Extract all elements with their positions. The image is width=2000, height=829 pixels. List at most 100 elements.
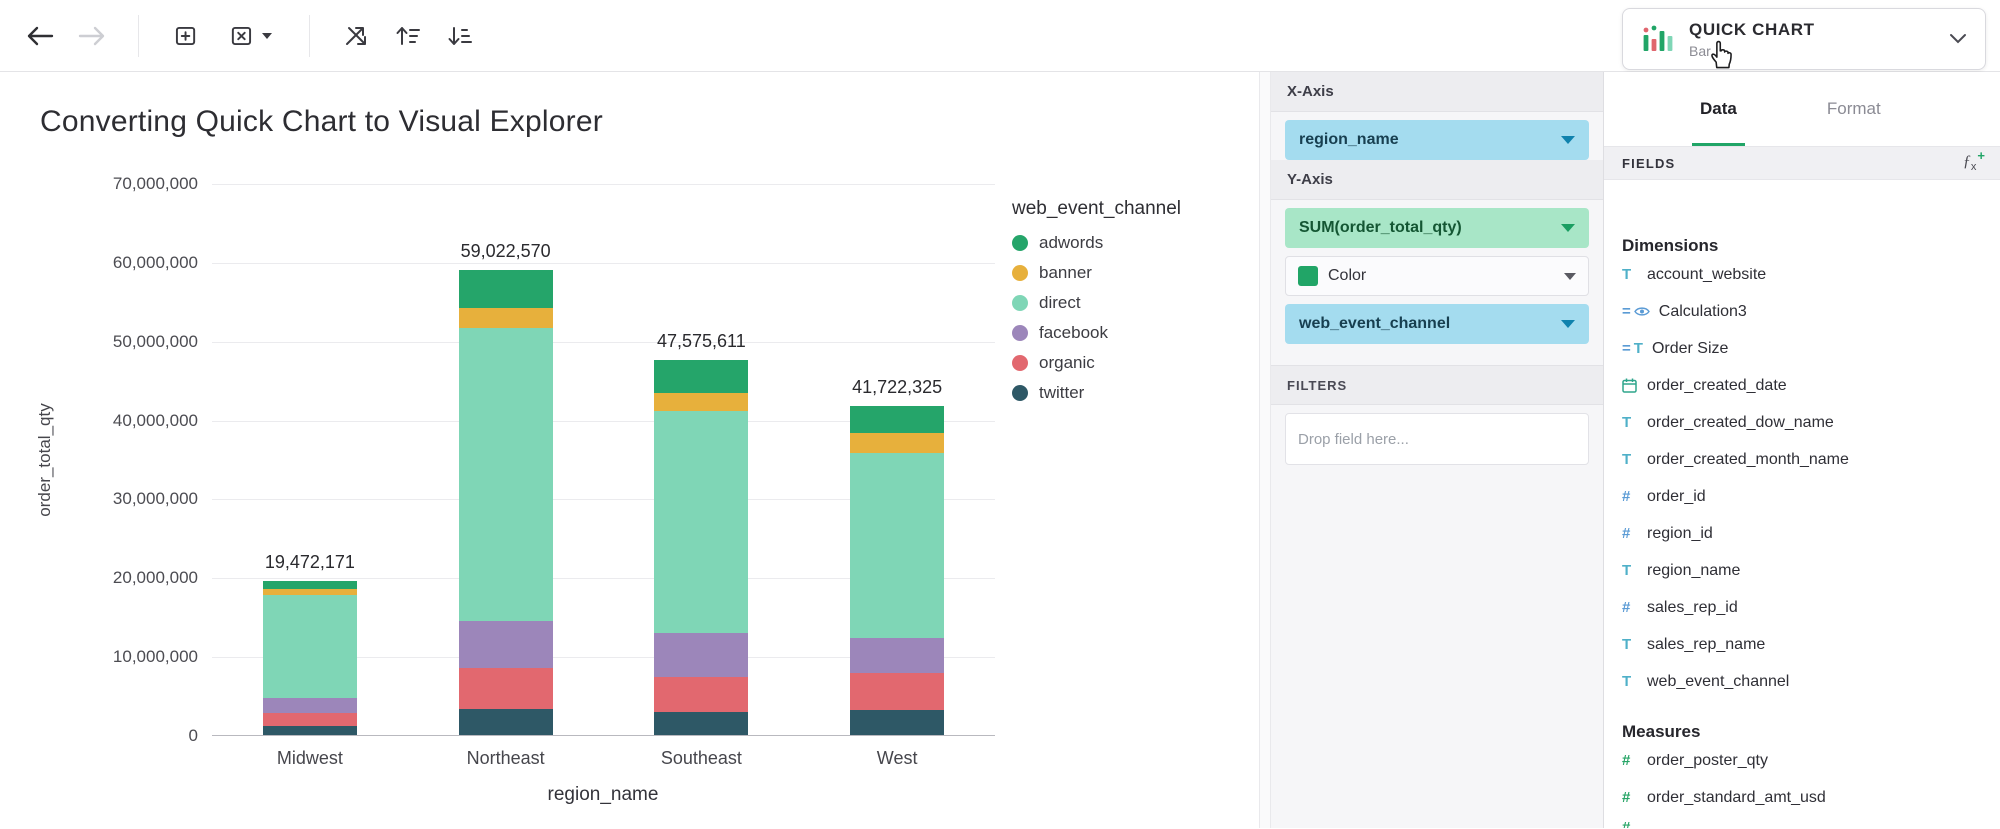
back-button[interactable] (14, 10, 66, 62)
vertical-scrollbar[interactable] (1259, 72, 1271, 828)
field-item-order_created_month_name[interactable]: Torder_created_month_name (1622, 441, 2000, 478)
bar-segment-facebook-west[interactable] (850, 638, 944, 673)
legend-label: organic (1039, 353, 1095, 373)
dropdown-caret-icon[interactable] (1561, 224, 1575, 232)
text-field-icon: T (1622, 266, 1638, 283)
bar-segment-twitter-midwest[interactable] (263, 726, 357, 735)
bar-segment-facebook-northeast[interactable] (459, 621, 553, 668)
filters-section-header: FILTERS (1271, 365, 1603, 405)
color-encoding-row[interactable]: Color (1285, 256, 1589, 296)
y-axis-field-pill[interactable]: SUM(order_total_qty) (1285, 208, 1589, 248)
bar-segment-organic-midwest[interactable] (263, 713, 357, 726)
back-arrow-icon (25, 24, 55, 48)
field-item-region_id[interactable]: #region_id (1622, 515, 2000, 552)
y-axis-tick-label: 20,000,000 (113, 568, 198, 588)
chart-canvas: Converting Quick Chart to Visual Explore… (0, 72, 1259, 828)
legend-label: twitter (1039, 383, 1084, 403)
bar-segment-banner-midwest[interactable] (263, 589, 357, 595)
x-axis-field-pill[interactable]: region_name (1285, 120, 1589, 160)
toolbar-divider (309, 15, 310, 57)
measure-field-icon: # (1622, 752, 1638, 769)
bar-segment-adwords-northeast[interactable] (459, 270, 553, 309)
drop-zone-placeholder: Drop field here... (1298, 431, 1409, 448)
field-label: order_created_date (1647, 377, 1787, 395)
field-item-Calculation3[interactable]: =Calculation3 (1622, 293, 2000, 330)
legend-label: direct (1039, 293, 1081, 313)
filter-drop-zone[interactable]: Drop field here... (1285, 413, 1589, 465)
bar-segment-banner-southeast[interactable] (654, 393, 748, 411)
bar-segment-facebook-midwest[interactable] (263, 698, 357, 713)
bar-segment-direct-west[interactable] (850, 453, 944, 638)
legend-item-twitter[interactable]: twitter (1012, 378, 1181, 408)
legend-dot (1012, 325, 1028, 341)
add-calculation-icon[interactable]: ƒx+ (1963, 153, 1984, 173)
toolbar-divider (138, 15, 139, 57)
field-item-order_id[interactable]: #order_id (1622, 478, 2000, 515)
bar-total-label: 19,472,171 (265, 552, 355, 573)
bar-segment-banner-west[interactable] (850, 433, 944, 453)
field-label: order_poster_qty (1647, 752, 1768, 770)
field-label: region_name (1647, 562, 1740, 580)
x-axis-title: region_name (548, 784, 659, 806)
field-item[interactable]: # (1622, 809, 2000, 828)
legend-dot (1012, 295, 1028, 311)
add-chart-button[interactable] (159, 10, 211, 62)
legend-item-organic[interactable]: organic (1012, 348, 1181, 378)
color-field-label: web_event_channel (1299, 315, 1450, 333)
bar-segment-direct-northeast[interactable] (459, 328, 553, 621)
number-field-icon: # (1622, 599, 1638, 616)
y-axis-tick-label: 30,000,000 (113, 489, 198, 509)
swap-axes-button[interactable] (330, 10, 382, 62)
legend-item-facebook[interactable]: facebook (1012, 318, 1181, 348)
y-axis-tick-label: 0 (189, 726, 198, 746)
chart-type-selector[interactable]: QUICK CHART Bar (1622, 8, 1986, 70)
field-item-order_created_dow_name[interactable]: Torder_created_dow_name (1622, 404, 2000, 441)
legend-item-adwords[interactable]: adwords (1012, 228, 1181, 258)
bar-segment-twitter-west[interactable] (850, 710, 944, 735)
x-axis-tick-label: Midwest (277, 748, 343, 769)
bar-segment-twitter-northeast[interactable] (459, 709, 553, 735)
legend-dot (1012, 235, 1028, 251)
text-field-icon: T (1622, 414, 1638, 431)
color-field-pill[interactable]: web_event_channel (1285, 304, 1589, 344)
bar-segment-twitter-southeast[interactable] (654, 712, 748, 735)
sort-descending-button[interactable] (434, 10, 486, 62)
field-item-order_created_date[interactable]: order_created_date (1622, 367, 2000, 404)
field-item-sales_rep_name[interactable]: Tsales_rep_name (1622, 626, 2000, 663)
field-item-sales_rep_id[interactable]: #sales_rep_id (1622, 589, 2000, 626)
color-swatch-icon (1298, 266, 1318, 286)
tab-data[interactable]: Data (1698, 72, 1739, 146)
sort-ascending-button[interactable] (382, 10, 434, 62)
y-axis-tick-label: 70,000,000 (113, 174, 198, 194)
bar-segment-organic-west[interactable] (850, 673, 944, 710)
chevron-down-icon[interactable] (1564, 273, 1576, 280)
chevron-down-icon[interactable] (1949, 33, 1967, 45)
dropdown-caret-icon (261, 32, 273, 40)
field-item-order_poster_qty[interactable]: # order_poster_qty (1622, 742, 2000, 779)
bar-segment-direct-southeast[interactable] (654, 411, 748, 633)
field-item-Order Size[interactable]: =TOrder Size (1622, 330, 2000, 367)
field-item-region_name[interactable]: Tregion_name (1622, 552, 2000, 589)
dropdown-caret-icon[interactable] (1561, 320, 1575, 328)
forward-button[interactable] (66, 10, 118, 62)
field-item-web_event_channel[interactable]: Tweb_event_channel (1622, 663, 2000, 700)
tab-format-label: Format (1827, 99, 1881, 119)
bar-segment-adwords-southeast[interactable] (654, 360, 748, 393)
bar-segment-adwords-midwest[interactable] (263, 581, 357, 589)
x-axis-tick-label: West (877, 748, 918, 769)
bar-segment-organic-southeast[interactable] (654, 677, 748, 712)
bar-segment-banner-northeast[interactable] (459, 308, 553, 328)
bar-segment-facebook-southeast[interactable] (654, 633, 748, 678)
field-label: order_id (1647, 488, 1706, 506)
legend-item-direct[interactable]: direct (1012, 288, 1181, 318)
bar-segment-organic-northeast[interactable] (459, 668, 553, 709)
legend-item-banner[interactable]: banner (1012, 258, 1181, 288)
text-field-icon: T (1622, 451, 1638, 468)
bar-segment-adwords-west[interactable] (850, 406, 944, 433)
dropdown-caret-icon[interactable] (1561, 136, 1575, 144)
bar-segment-direct-midwest[interactable] (263, 595, 357, 698)
panel-tabs: Data Format (1604, 72, 2000, 146)
remove-chart-button[interactable] (211, 10, 289, 62)
field-item-account_website[interactable]: Taccount_website (1622, 256, 2000, 293)
tab-format[interactable]: Format (1825, 72, 1883, 146)
